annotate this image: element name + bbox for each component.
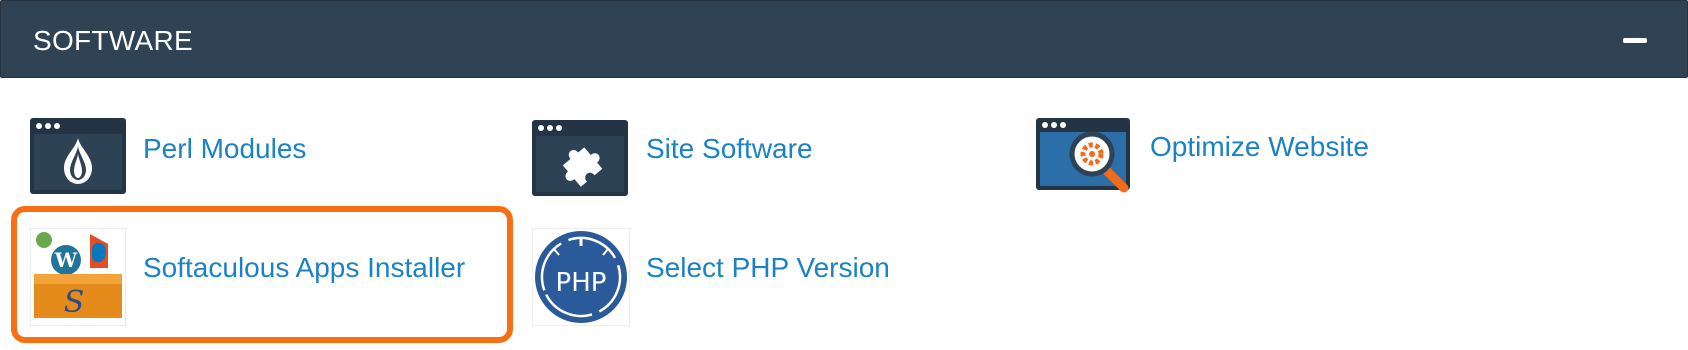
softaculous-apps-installer-label: Softaculous Apps Installer — [143, 252, 466, 283]
software-panel-header[interactable]: SOFTWARE — [0, 0, 1688, 78]
minus-icon — [1623, 38, 1647, 43]
select-php-version-label: Select PHP Version — [646, 252, 890, 283]
select-php-version-link[interactable]: PHP Select PHP Version — [532, 228, 892, 326]
softaculous-icon: W S — [30, 228, 126, 326]
svg-text:W: W — [54, 248, 78, 272]
softaculous-apps-installer-link[interactable]: W S Softaculous Apps Installer — [30, 228, 500, 326]
panel-title: SOFTWARE — [33, 25, 194, 56]
collapse-button[interactable] — [1615, 21, 1655, 59]
optimize-website-label: Optimize Website — [1150, 131, 1369, 162]
perl-modules-label: Perl Modules — [143, 133, 307, 164]
perl-onion-icon — [30, 118, 126, 194]
php-icon-text: PHP — [556, 268, 607, 298]
php-gauge-icon: PHP — [532, 228, 630, 326]
perl-modules-link[interactable]: Perl Modules — [30, 118, 330, 194]
site-software-label: Site Software — [646, 133, 813, 164]
magnifier-gear-icon — [1036, 118, 1130, 193]
svg-text:S: S — [64, 285, 85, 320]
optimize-website-link[interactable]: Optimize Website — [1036, 118, 1386, 198]
puzzle-piece-icon — [532, 120, 628, 196]
site-software-link[interactable]: Site Software — [532, 120, 832, 196]
